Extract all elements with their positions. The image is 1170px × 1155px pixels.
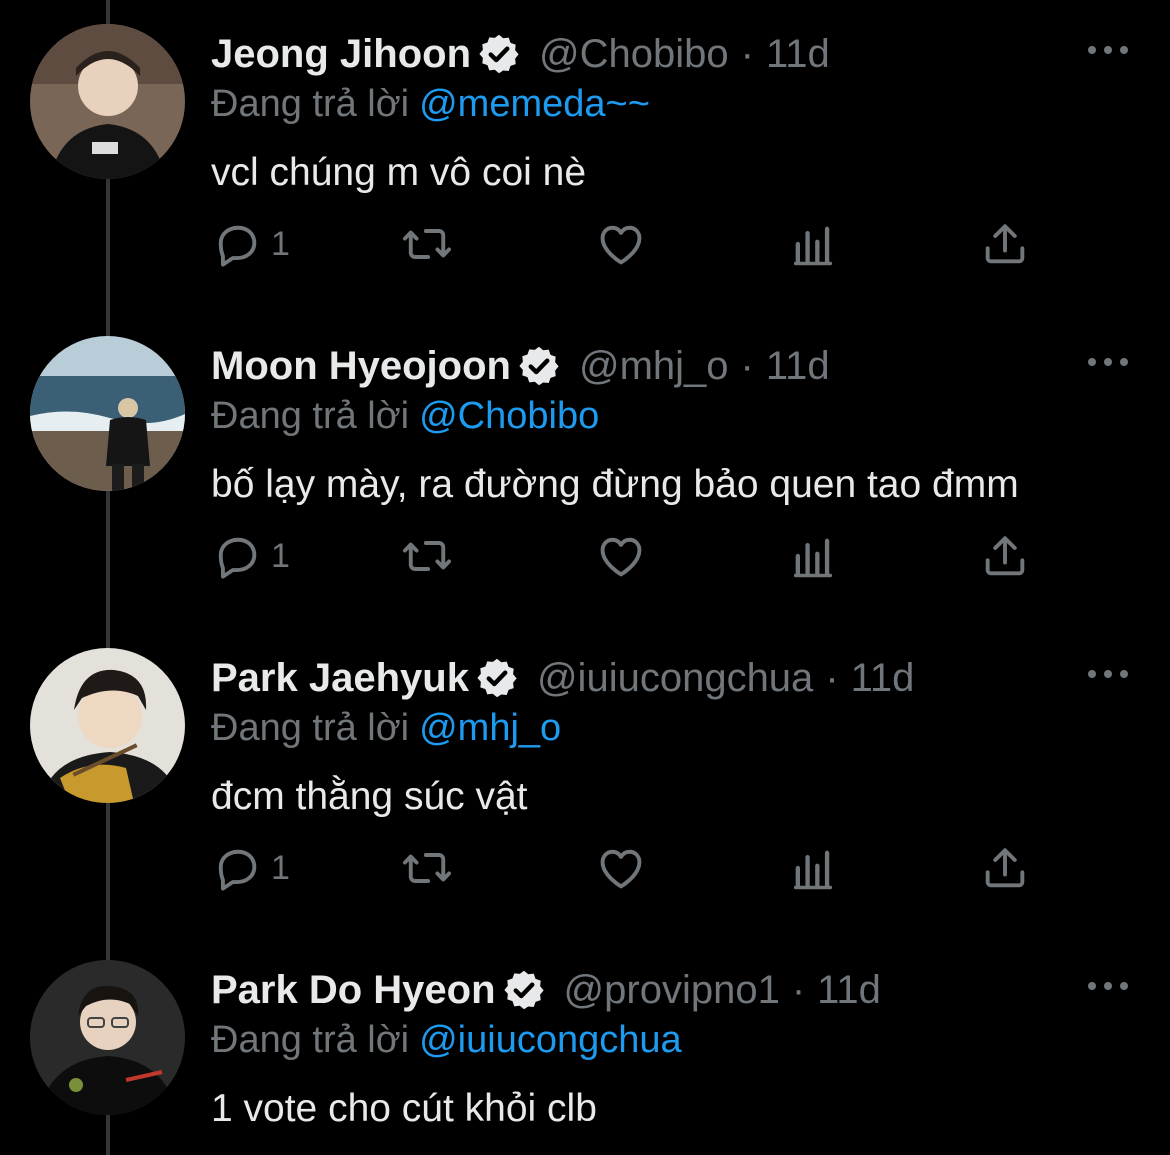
timestamp[interactable]: 11d <box>817 968 881 1013</box>
tweet-header: Park Jaehyuk @iuiucongchua · 11d <box>211 652 914 704</box>
verified-badge-icon <box>519 346 559 386</box>
avatar-image <box>30 960 185 1115</box>
action-bar: 1 <box>211 526 1071 586</box>
separator: · <box>791 967 806 1012</box>
retweet-button[interactable] <box>401 214 453 274</box>
separator: · <box>740 31 754 76</box>
share-button[interactable] <box>979 214 1031 274</box>
reply-icon <box>218 537 257 579</box>
avatar[interactable] <box>30 24 185 179</box>
verified-badge-icon <box>477 658 517 698</box>
handle[interactable]: @iuiucongchua <box>537 656 813 701</box>
reply-prefix: Đang trả lời <box>211 83 410 125</box>
tweet[interactable]: Moon Hyeojoon @mhj_o · 11d Đang trả lời @… <box>0 312 1170 624</box>
share-icon <box>985 536 1025 576</box>
tweet-text: 1 vote cho cút khỏi clb <box>211 1087 597 1130</box>
like-icon <box>600 849 642 889</box>
views-button[interactable] <box>787 214 839 274</box>
reply-prefix: Đang trả lời <box>211 707 410 749</box>
like-button[interactable] <box>595 526 647 586</box>
tweet-text: bố lạy mày, ra đường đừng bảo quen tao đ… <box>211 463 1019 506</box>
avatar-image <box>30 648 185 803</box>
reply-context: Đang trả lời @iuiucongchua <box>211 1016 682 1064</box>
tweet-text: đcm thằng súc vật <box>211 775 528 818</box>
reply-button[interactable]: 1 <box>211 838 290 898</box>
separator: · <box>740 343 754 388</box>
like-button[interactable] <box>595 214 647 274</box>
avatar[interactable] <box>30 960 185 1115</box>
like-icon <box>600 225 642 265</box>
display-name[interactable]: Park Do Hyeon <box>211 968 496 1013</box>
timestamp[interactable]: 11d <box>851 656 915 701</box>
tweet-text: vcl chúng m vô coi nè <box>211 151 587 194</box>
reply-count: 1 <box>271 848 290 887</box>
reply-count: 1 <box>271 224 290 263</box>
retweet-icon <box>402 229 452 259</box>
timestamp[interactable]: 11d <box>766 344 830 389</box>
display-name[interactable]: Jeong Jihoon <box>211 32 471 77</box>
retweet-button[interactable] <box>401 838 453 898</box>
reply-prefix: Đang trả lời <box>211 1019 410 1061</box>
reply-context: Đang trả lời @mhj_o <box>211 704 561 752</box>
like-icon <box>600 537 642 577</box>
views-icon <box>793 850 833 890</box>
timestamp[interactable]: 11d <box>766 32 830 77</box>
display-name[interactable]: Park Jaehyuk <box>211 656 469 701</box>
share-icon <box>985 224 1025 264</box>
tweet[interactable]: Park Jaehyuk @iuiucongchua · 11d Đang tr… <box>0 624 1170 936</box>
handle[interactable]: @mhj_o <box>579 344 729 389</box>
reply-count: 1 <box>271 536 290 575</box>
handle[interactable]: @Chobibo <box>539 32 729 77</box>
more-options-icon[interactable] <box>1086 352 1130 372</box>
retweet-icon <box>402 853 452 883</box>
reply-context: Đang trả lời @memeda~~ <box>211 80 650 128</box>
reply-prefix: Đang trả lời <box>211 395 410 437</box>
display-name[interactable]: Moon Hyeojoon <box>211 344 511 389</box>
mention-link[interactable]: @iuiucongchua <box>419 1019 682 1061</box>
like-button[interactable] <box>595 838 647 898</box>
mention-link[interactable]: @mhj_o <box>419 707 561 749</box>
more-options-icon[interactable] <box>1086 976 1130 996</box>
mention-link[interactable]: @memeda~~ <box>419 83 650 125</box>
more-options-icon[interactable] <box>1086 40 1130 60</box>
separator: · <box>825 655 839 700</box>
avatar[interactable] <box>30 648 185 803</box>
reply-icon <box>218 225 257 267</box>
views-icon <box>793 538 833 578</box>
action-bar: 1 <box>211 214 1071 274</box>
retweet-button[interactable] <box>401 526 453 586</box>
tweet[interactable]: Jeong Jihoon @Chobibo · 11d Đang trả lời… <box>0 0 1170 312</box>
more-options-icon[interactable] <box>1086 664 1130 684</box>
views-button[interactable] <box>787 838 839 898</box>
reply-button[interactable]: 1 <box>211 526 290 586</box>
action-bar: 1 <box>211 838 1071 898</box>
share-icon <box>985 848 1025 888</box>
verified-badge-icon <box>479 34 519 74</box>
views-button[interactable] <box>787 526 839 586</box>
avatar[interactable] <box>30 336 185 491</box>
reply-button[interactable]: 1 <box>211 214 290 274</box>
retweet-icon <box>402 541 452 571</box>
share-button[interactable] <box>979 526 1031 586</box>
tweet-header: Jeong Jihoon @Chobibo · 11d <box>211 28 830 80</box>
tweet[interactable]: Park Do Hyeon @provipno1 · 11d Đang trả … <box>0 936 1170 1155</box>
tweet-header: Moon Hyeojoon @mhj_o · 11d <box>211 340 830 392</box>
verified-badge-icon <box>503 970 544 1010</box>
avatar-image <box>30 336 185 491</box>
handle[interactable]: @provipno1 <box>564 968 780 1013</box>
avatar-image <box>30 24 185 179</box>
reply-context: Đang trả lời @Chobibo <box>211 392 599 440</box>
reply-icon <box>218 849 257 891</box>
mention-link[interactable]: @Chobibo <box>419 395 599 437</box>
tweet-header: Park Do Hyeon @provipno1 · 11d <box>211 964 881 1016</box>
views-icon <box>793 226 833 266</box>
share-button[interactable] <box>979 838 1031 898</box>
